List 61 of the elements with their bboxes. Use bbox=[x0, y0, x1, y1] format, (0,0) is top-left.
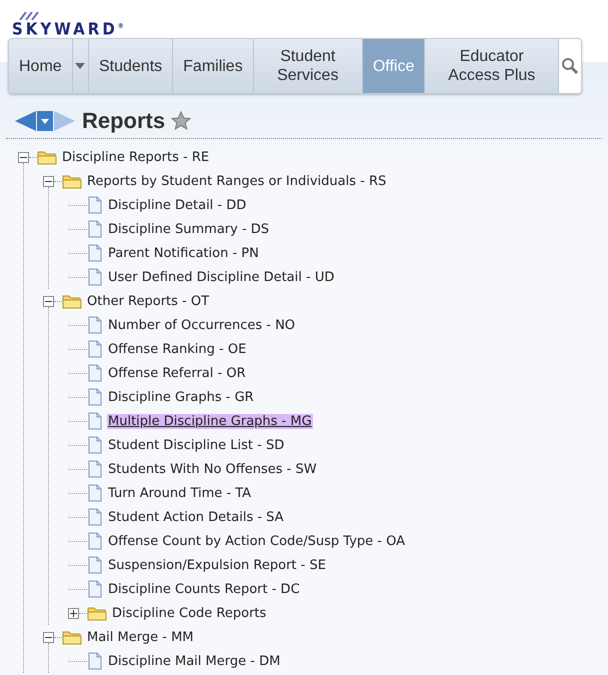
folder-icon bbox=[62, 293, 82, 309]
document-icon bbox=[87, 388, 103, 406]
document-icon bbox=[87, 460, 103, 478]
collapse-icon[interactable] bbox=[18, 152, 29, 162]
folder-label[interactable]: Reports by Student Ranges or Individuals - RS bbox=[86, 174, 388, 188]
caret-icon bbox=[75, 63, 86, 69]
folder-icon bbox=[87, 605, 107, 621]
report-link[interactable]: Offense Referral - OR bbox=[107, 366, 247, 380]
document-icon bbox=[87, 364, 103, 382]
report-link[interactable]: Discipline Summary - DS bbox=[107, 222, 270, 236]
document-icon bbox=[87, 532, 103, 550]
star-icon[interactable] bbox=[171, 111, 192, 131]
collapse-icon[interactable] bbox=[43, 632, 54, 642]
folder-label[interactable]: Discipline Code Reports bbox=[111, 606, 268, 620]
folder-icon bbox=[62, 629, 82, 645]
report-link[interactable]: Discipline Counts Report - DC bbox=[107, 582, 301, 596]
report-link[interactable]: Multiple Discipline Graphs - MG bbox=[107, 414, 313, 428]
search-icon bbox=[561, 57, 580, 75]
folder-label[interactable]: Discipline Reports - RE bbox=[61, 150, 210, 164]
dropdown-button[interactable] bbox=[72, 39, 89, 93]
folder-icon bbox=[37, 149, 57, 165]
document-icon bbox=[87, 220, 103, 238]
report-link[interactable]: Suspension/Expulsion Report - SE bbox=[107, 558, 327, 572]
document-icon bbox=[87, 508, 103, 526]
report-link[interactable]: User Defined Discipline Detail - UD bbox=[107, 270, 336, 284]
collapse-icon[interactable] bbox=[43, 176, 54, 186]
folder-label[interactable]: Mail Merge - MM bbox=[86, 630, 195, 644]
skyward-logo: SKYWARD$^{®}$ bbox=[12, 12, 124, 38]
document-icon bbox=[87, 652, 103, 670]
document-icon bbox=[87, 484, 103, 502]
nav-tab[interactable]: Students bbox=[88, 39, 174, 93]
report-link[interactable]: Discipline Mail Merge - DM bbox=[107, 654, 282, 668]
document-icon bbox=[87, 268, 103, 286]
folder-icon bbox=[62, 173, 82, 189]
folder-label[interactable]: Other Reports - OT bbox=[86, 294, 210, 308]
report-link[interactable]: Number of Occurrences - NO bbox=[107, 318, 296, 332]
search-button[interactable] bbox=[559, 39, 581, 93]
report-link[interactable]: Student Action Details - SA bbox=[107, 510, 285, 524]
document-icon bbox=[87, 340, 103, 358]
document-icon bbox=[87, 244, 103, 262]
document-icon bbox=[87, 556, 103, 574]
document-icon bbox=[87, 196, 103, 214]
collapse-icon[interactable] bbox=[43, 296, 54, 306]
report-link[interactable]: Offense Ranking - OE bbox=[107, 342, 248, 356]
page-title: Reports bbox=[82, 108, 166, 134]
report-link[interactable]: Discipline Graphs - GR bbox=[107, 390, 255, 404]
report-link[interactable]: Parent Notification - PN bbox=[107, 246, 260, 260]
nav-tab[interactable]: Home bbox=[9, 39, 73, 93]
back-arrow-icon[interactable] bbox=[14, 109, 36, 133]
report-link[interactable]: Offense Count by Action Code/Susp Type - OA bbox=[107, 534, 406, 548]
document-icon bbox=[87, 412, 103, 430]
nav-tab[interactable]: Families bbox=[173, 39, 254, 93]
expand-icon[interactable] bbox=[68, 608, 79, 618]
document-icon bbox=[87, 436, 103, 454]
document-icon bbox=[87, 316, 103, 334]
report-link[interactable]: Student Discipline List - SD bbox=[107, 438, 286, 452]
report-link[interactable]: Discipline Detail - DD bbox=[107, 198, 248, 212]
report-link[interactable]: Turn Around Time - TA bbox=[107, 486, 252, 500]
document-icon bbox=[87, 580, 103, 598]
report-link[interactable]: Students With No Offenses - SW bbox=[107, 462, 318, 476]
history-dropdown-icon[interactable] bbox=[37, 109, 53, 133]
